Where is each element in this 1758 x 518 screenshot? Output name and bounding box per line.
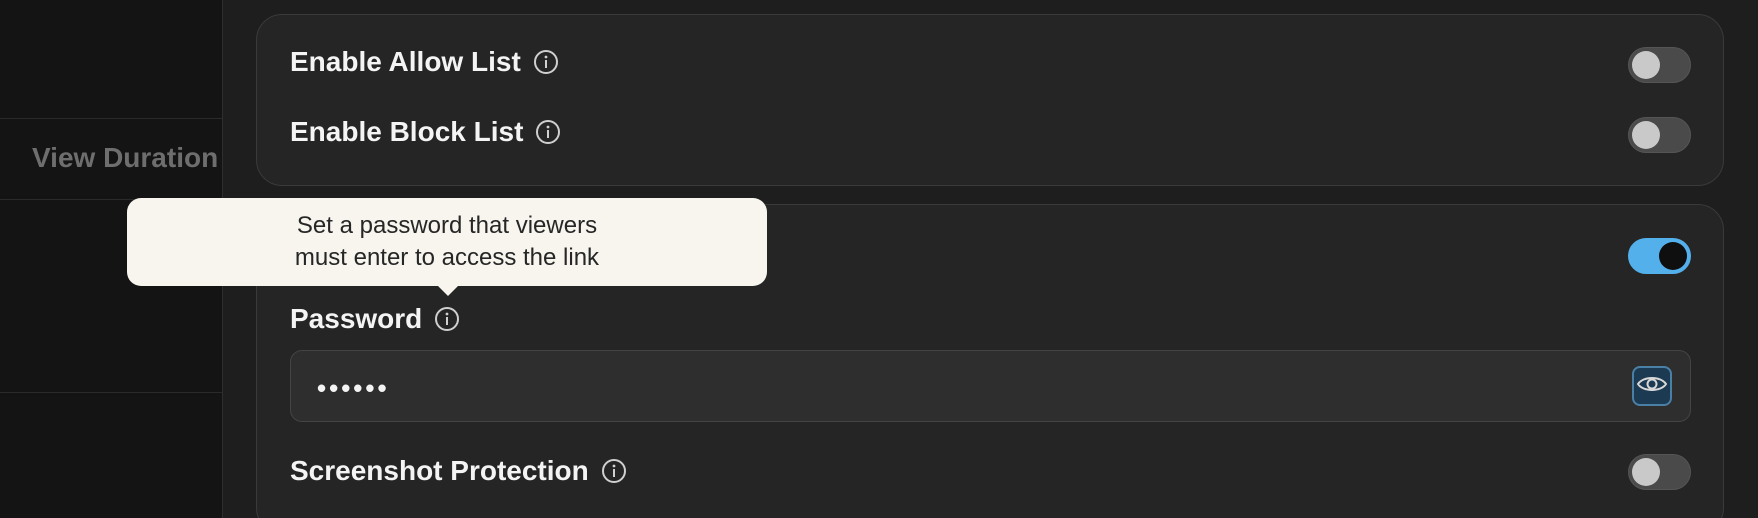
info-icon[interactable] [434, 306, 460, 332]
allow-list-toggle[interactable] [1628, 47, 1691, 83]
tooltip-text-line: must enter to access the link [294, 244, 600, 271]
password-input[interactable]: •••••• [290, 350, 1691, 422]
tooltip-text-line: Set a password that viewers [296, 212, 598, 239]
password-value: •••••• [317, 373, 390, 403]
toggle-knob [1632, 121, 1660, 149]
screenshot-protection-label: Screenshot Protection [290, 455, 589, 486]
show-password-button[interactable] [1632, 366, 1672, 406]
info-icon[interactable] [601, 458, 627, 484]
toggle-knob [1632, 51, 1660, 79]
block-list-toggle[interactable] [1628, 117, 1691, 153]
toggle-knob [1632, 458, 1660, 486]
info-icon[interactable] [535, 119, 561, 145]
block-list-row: Enable Block List [290, 116, 561, 148]
allow-list-row: Enable Allow List [290, 46, 559, 78]
eye-icon [1636, 373, 1668, 400]
access-list-card [256, 14, 1724, 186]
link-settings-screen: View Duration Enable Allow List Enable B… [0, 0, 1758, 518]
screenshot-protection-row: Screenshot Protection [290, 455, 627, 487]
block-list-label: Enable Block List [290, 116, 524, 147]
table-divider [0, 118, 222, 119]
tooltip-arrow [436, 284, 460, 296]
password-label: Password [290, 303, 423, 334]
view-duration-column-header[interactable]: View Duration [32, 142, 218, 174]
password-tooltip: Set a password that viewers must enter t… [127, 198, 767, 286]
screenshot-protection-toggle[interactable] [1628, 454, 1691, 490]
table-divider [0, 392, 222, 393]
password-protection-toggle[interactable] [1628, 238, 1691, 274]
allow-list-label: Enable Allow List [290, 46, 521, 77]
toggle-knob [1659, 242, 1687, 270]
password-row: Password [290, 303, 460, 335]
info-icon[interactable] [533, 49, 559, 75]
